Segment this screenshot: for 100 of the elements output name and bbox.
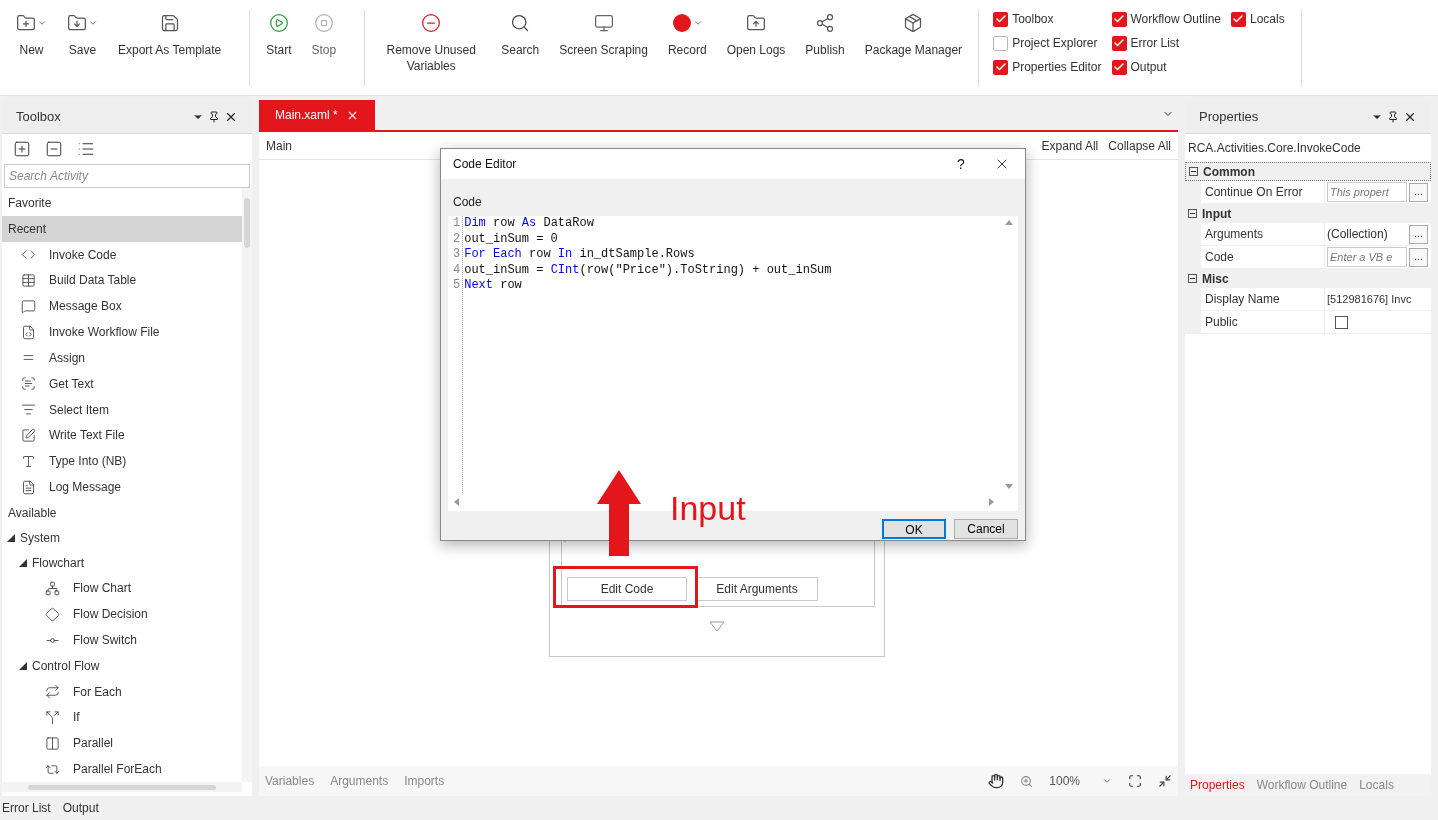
toolbar-button[interactable]: Start bbox=[256, 10, 302, 58]
property-field[interactable]: Enter a VB e bbox=[1327, 247, 1407, 267]
search-field[interactable]: Search Activity bbox=[4, 164, 250, 188]
line-number: 3 bbox=[453, 247, 461, 263]
hand-icon[interactable] bbox=[988, 773, 1005, 789]
scroll-down-icon[interactable] bbox=[1005, 484, 1013, 489]
check-icon bbox=[994, 13, 1007, 25]
list-icon[interactable] bbox=[77, 140, 95, 158]
collapse-all-link[interactable]: Collapse All bbox=[1108, 136, 1171, 155]
zoom-icon[interactable] bbox=[1020, 774, 1034, 788]
check-icon bbox=[1113, 37, 1125, 49]
toolbar-button[interactable]: Record bbox=[657, 10, 717, 58]
toolbar-button[interactable]: Publish bbox=[795, 10, 855, 58]
collapse-all-icon[interactable] bbox=[45, 140, 63, 158]
list-icon bbox=[21, 402, 36, 418]
toolbox-item[interactable]: Flow Chart bbox=[2, 575, 242, 602]
panel-tab[interactable]: Properties bbox=[1190, 776, 1245, 794]
pin-icon[interactable] bbox=[1387, 111, 1399, 123]
toolbar-button[interactable]: Remove Unused Variables bbox=[371, 10, 492, 74]
help-button[interactable]: ? bbox=[943, 153, 979, 175]
toolbox-item[interactable]: Write Text File bbox=[2, 422, 242, 449]
property-value: [512981676] Invc bbox=[1327, 291, 1412, 307]
toolbar-button[interactable]: Open Logs bbox=[716, 10, 796, 58]
property-category[interactable]: Misc bbox=[1185, 269, 1431, 288]
dialog-button[interactable]: Cancel bbox=[954, 519, 1018, 539]
pin-icon[interactable] bbox=[208, 111, 220, 123]
toolbox-item[interactable]: Parallel bbox=[2, 730, 242, 757]
toolbar-button[interactable]: Save bbox=[57, 10, 108, 58]
browse-button[interactable]: ... bbox=[1409, 182, 1428, 202]
caret-icon bbox=[692, 18, 703, 28]
expand-triangle-icon[interactable] bbox=[7, 533, 15, 542]
tree-node[interactable]: System bbox=[2, 525, 242, 550]
toolbox-item[interactable]: Flow Switch bbox=[2, 627, 242, 653]
browse-button[interactable]: ... bbox=[1409, 224, 1428, 244]
toolbar-button[interactable]: New bbox=[6, 10, 57, 58]
close-icon[interactable] bbox=[224, 110, 238, 124]
toolbox-item[interactable]: Get Text bbox=[2, 370, 242, 397]
checkbox[interactable] bbox=[993, 11, 1009, 27]
folder-down-icon bbox=[67, 13, 87, 33]
toolbar-button[interactable]: Export As Template bbox=[108, 10, 232, 58]
tree-node[interactable]: Control Flow bbox=[2, 652, 242, 679]
toolbox-item[interactable]: If bbox=[2, 704, 242, 731]
overview-icon[interactable] bbox=[1158, 774, 1172, 788]
expand-all-icon[interactable] bbox=[13, 140, 31, 158]
zoom-dropdown[interactable]: 100% bbox=[1049, 772, 1112, 790]
toolbox-item[interactable]: Message Box bbox=[2, 293, 242, 320]
scroll-up-icon[interactable] bbox=[1005, 220, 1013, 225]
bottom-tab[interactable]: Output bbox=[62, 799, 99, 817]
toolbar-button[interactable]: Search bbox=[491, 10, 550, 58]
document-tab[interactable]: Main.xaml * bbox=[259, 100, 375, 130]
expand-triangle-icon[interactable] bbox=[19, 558, 27, 567]
line-number: 1 bbox=[453, 216, 461, 232]
scrollbar[interactable] bbox=[242, 188, 252, 782]
fit-screen-icon[interactable] bbox=[1128, 774, 1142, 788]
toolbox-item[interactable]: Type Into (NB) bbox=[2, 448, 242, 475]
tree-node[interactable]: Flowchart bbox=[2, 549, 242, 576]
toolbox-item[interactable]: Recent bbox=[2, 215, 242, 242]
toolbox-item[interactable]: Invoke Workflow File bbox=[2, 319, 242, 345]
minus-circle-icon bbox=[421, 13, 442, 33]
checkbox[interactable] bbox=[1111, 35, 1127, 51]
checkbox-label: Properties Editor bbox=[1012, 59, 1102, 76]
expand-triangle-icon[interactable] bbox=[19, 661, 27, 670]
property-field[interactable]: This propert bbox=[1327, 182, 1407, 202]
property-category[interactable]: Input bbox=[1185, 204, 1431, 223]
bottom-tab[interactable]: Error List bbox=[2, 799, 51, 817]
checkbox[interactable] bbox=[993, 35, 1009, 51]
toolbar-button[interactable]: Package Manager bbox=[854, 10, 973, 58]
folder-plus-icon bbox=[16, 13, 36, 33]
line-number: 2 bbox=[453, 231, 461, 248]
toolbox-item[interactable]: Favorite bbox=[2, 190, 242, 216]
toolbox-item[interactable]: Flow Decision bbox=[2, 601, 242, 628]
activity-button[interactable]: Edit Arguments bbox=[696, 577, 818, 601]
toolbox-item[interactable]: Assign bbox=[2, 344, 242, 371]
toolbox-item[interactable]: Select Item bbox=[2, 396, 242, 423]
network-icon bbox=[45, 580, 60, 596]
scroll-right-icon[interactable] bbox=[989, 498, 994, 506]
toolbox-item[interactable]: Available bbox=[2, 499, 242, 526]
property-category[interactable]: Common bbox=[1185, 162, 1431, 181]
toolbox-item[interactable]: Invoke Code bbox=[2, 241, 242, 268]
checkbox[interactable] bbox=[993, 59, 1009, 75]
toolbox-item[interactable]: Build Data Table bbox=[2, 267, 242, 294]
close-icon[interactable] bbox=[1403, 110, 1417, 124]
horizontal-scrollbar[interactable] bbox=[2, 782, 242, 792]
scroll-left-icon[interactable] bbox=[454, 498, 459, 506]
checkbox[interactable] bbox=[1335, 315, 1348, 329]
browse-button[interactable]: ... bbox=[1409, 247, 1428, 267]
dialog-button[interactable]: OK bbox=[882, 519, 946, 539]
activity-button[interactable]: Edit Code bbox=[567, 577, 687, 601]
check-icon bbox=[1113, 61, 1125, 73]
expand-all-link[interactable]: Expand All bbox=[1041, 136, 1099, 155]
toolbox-item[interactable]: For Each bbox=[2, 678, 242, 705]
property-value: (Collection) bbox=[1327, 226, 1389, 243]
checkbox[interactable] bbox=[1111, 11, 1127, 27]
checkbox[interactable] bbox=[1231, 11, 1246, 27]
toolbar-button[interactable]: Screen Scraping bbox=[549, 10, 658, 58]
checkbox[interactable] bbox=[1111, 59, 1127, 75]
checkbox-label: Error List bbox=[1130, 35, 1180, 52]
share-icon bbox=[815, 13, 836, 33]
toolbox-item[interactable]: Parallel ForEach bbox=[2, 756, 242, 782]
toolbox-item[interactable]: Log Message bbox=[2, 474, 242, 500]
